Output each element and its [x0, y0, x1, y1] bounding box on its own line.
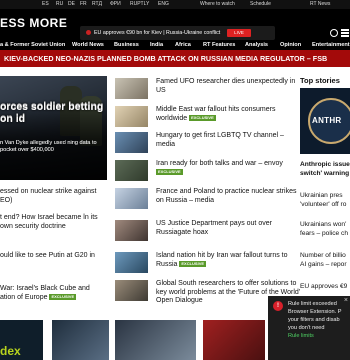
site-logo[interactable]: ESS MORE: [0, 16, 67, 30]
middle-story-5[interactable]: France and Poland to practice nuclear st…: [115, 188, 300, 210]
story-title-text: Iran ready for both talks and war – envo…: [156, 160, 283, 167]
nav-item-business[interactable]: Business: [114, 40, 139, 50]
notification-text: Rule limit exceeded Browser Extension. P…: [288, 301, 342, 331]
middle-story-6[interactable]: US Justice Department pays out over Russ…: [115, 220, 300, 242]
lang-eng-link[interactable]: ENG: [158, 0, 169, 9]
left-story-1[interactable]: essed on nuclear strike against EO): [0, 188, 106, 205]
promo-live-button[interactable]: LIVE: [227, 29, 251, 37]
left-story-4[interactable]: War: Israel's Black Cube and ation of Eu…: [0, 285, 106, 302]
top-story-item[interactable]: EU approves €9: [300, 282, 350, 291]
nav-item-africa[interactable]: Africa: [175, 40, 191, 50]
top-story-item[interactable]: AI gains – repor: [300, 260, 350, 269]
middle-story-2[interactable]: Middle East war fallout hits consumers w…: [115, 106, 300, 128]
middle-story-3[interactable]: Hungary to get first LGBTQ TV channel – …: [115, 132, 300, 154]
nav-item-world[interactable]: World News: [72, 40, 104, 50]
bottom-image-2[interactable]: [52, 320, 109, 360]
middle-story-1[interactable]: Famed UFO researcher dies unexpectedly i…: [115, 78, 300, 100]
story-thumbnail: [115, 106, 148, 127]
story-title: Famed UFO researcher dies unexpectedly i…: [156, 78, 296, 94]
live-dot-icon: [86, 30, 91, 35]
top-story-title-line2[interactable]: switch' warning: [300, 169, 350, 178]
bottom-image-1[interactable]: dex: [0, 320, 43, 360]
left-story-4-text: War: Israel's Black Cube and ation of Eu…: [0, 285, 90, 301]
story-title: Hungary to get first LGBTQ TV channel – …: [156, 132, 284, 148]
left-story-2[interactable]: t end? How Israel became ln its own secu…: [0, 214, 106, 231]
story-thumbnail: [115, 220, 148, 241]
hero-subtitle-text: n Van Dyke allegedly used ning data to p…: [0, 140, 97, 153]
top-story-item[interactable]: Ukrainian pres: [300, 191, 350, 200]
extension-notification: ! × Rule limit exceeded Browser Extensio…: [268, 296, 350, 360]
close-icon[interactable]: ×: [344, 297, 348, 305]
ruptly-link[interactable]: RUPTLY: [130, 0, 149, 9]
rt-news-link[interactable]: RT News: [310, 0, 330, 9]
bottom-image-4[interactable]: [203, 320, 265, 360]
promo-banner[interactable]: EU approves €90 bn for Kiev | Russia-Ukr…: [80, 26, 275, 40]
rule-limits-link[interactable]: Rule limits: [288, 332, 347, 340]
breaking-news-banner[interactable]: KIEV-BACKED NEO-NAZIS PLANNED BOMB ATTAC…: [0, 50, 350, 67]
warning-icon: !: [273, 301, 283, 311]
story-title: Island nation hit by Iran war fallout tu…: [156, 252, 301, 269]
top-story-item[interactable]: fears – police ch: [300, 229, 350, 238]
story-thumbnail: [115, 252, 148, 273]
story-thumbnail: [115, 132, 148, 153]
image-text: ANTHR: [312, 116, 342, 125]
menu-icon[interactable]: [341, 29, 349, 31]
story-title: Iran ready for both talks and war – envo…: [156, 160, 301, 177]
nav-item-analysis[interactable]: Analysis: [245, 40, 268, 50]
story-thumbnail: [115, 280, 148, 301]
nav-item-india[interactable]: India: [150, 40, 163, 50]
lang-fr-link[interactable]: FR: [80, 0, 87, 9]
bottom-image-3[interactable]: [115, 320, 196, 360]
story-thumbnail: [115, 160, 148, 181]
top-story-title-line1[interactable]: Anthropic issue: [300, 160, 350, 169]
lang-ru-link[interactable]: RU: [56, 0, 63, 9]
story-title: US Justice Department pays out over Russ…: [156, 220, 272, 236]
top-story-item[interactable]: 'volunteer' off ro: [300, 200, 350, 209]
lang-es-link[interactable]: ES: [42, 0, 49, 9]
middle-story-4[interactable]: Iran ready for both talks and war – envo…: [115, 160, 300, 182]
middle-story-7[interactable]: Island nation hit by Iran war fallout tu…: [115, 252, 300, 274]
nav-item-opinion[interactable]: Opinion: [280, 40, 301, 50]
hero-title-text[interactable]: orces soldier betting on id: [0, 101, 110, 125]
schedule-link[interactable]: Schedule: [250, 0, 271, 9]
exclusive-tag: EXCLUSIVE: [189, 114, 216, 121]
left-story-3[interactable]: ould like to see Putin at G20 in: [0, 252, 106, 261]
where-to-watch-link[interactable]: Where to watch: [200, 0, 235, 9]
lang-de-link[interactable]: DE: [68, 0, 75, 9]
main-nav: a & Former Soviet Union World News Busin…: [0, 40, 350, 50]
exclusive-tag: EXCLUSIVE: [156, 168, 183, 175]
top-story-image[interactable]: ANTHR: [300, 88, 350, 154]
nav-item-features[interactable]: RT Features: [203, 40, 235, 50]
promo-text: EU approves €90 bn for Kiev | Russia-Ukr…: [94, 30, 221, 36]
story-thumbnail: [115, 188, 148, 209]
top-utility-bar: ES RU DE FR RTД ФРИ RUPTLY ENG Where to …: [0, 0, 350, 9]
story-thumbnail: [115, 78, 148, 99]
top-stories-heading: Top stories: [300, 76, 340, 85]
nav-item-soviet[interactable]: a & Former Soviet Union: [0, 40, 65, 50]
site-header: ESS MORE EU approves €90 bn for Kiev | R…: [0, 9, 350, 40]
top-story-item[interactable]: Ukrainians won': [300, 220, 350, 229]
top-story-item[interactable]: Number of billio: [300, 251, 350, 260]
lang-fri-link[interactable]: ФРИ: [110, 0, 121, 9]
exclusive-tag: EXCLUSIVE: [179, 260, 207, 267]
story-title-text: Island nation hit by Iran war fallout tu…: [156, 252, 288, 268]
story-title: France and Poland to practice nuclear st…: [156, 188, 297, 204]
lang-rtd-link[interactable]: RTД: [92, 0, 102, 9]
search-icon[interactable]: [330, 29, 338, 37]
exclusive-tag: EXCLUSIVE: [49, 293, 77, 300]
bottom-image-label: dex: [0, 344, 21, 358]
nav-item-entertainment[interactable]: Entertainment: [312, 40, 350, 50]
story-title: Middle East war fallout hits consumers w…: [156, 106, 301, 123]
